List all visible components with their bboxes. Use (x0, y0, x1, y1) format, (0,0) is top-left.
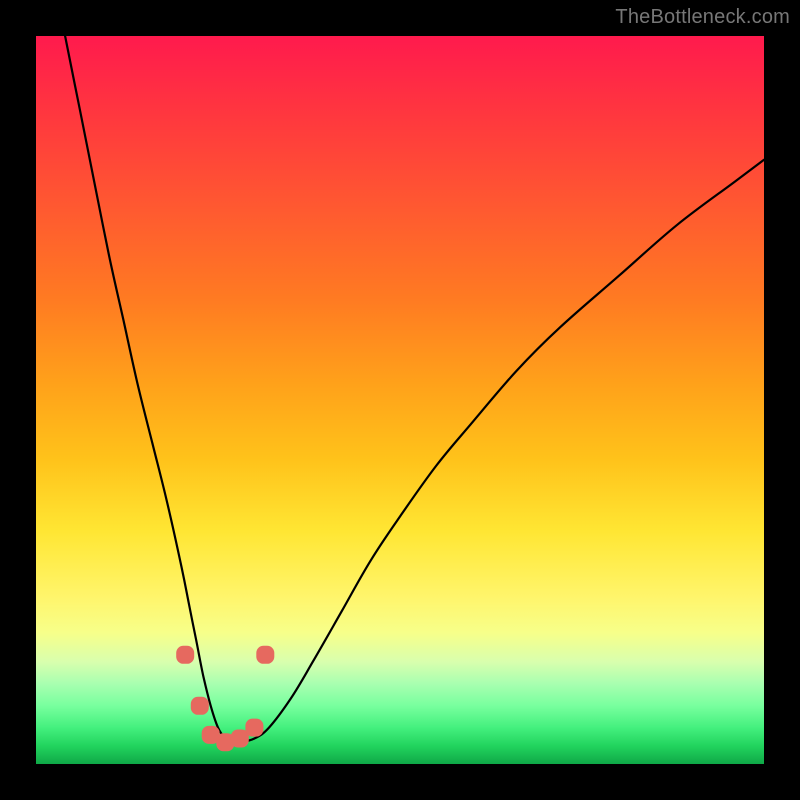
watermark-text: TheBottleneck.com (615, 6, 790, 29)
bottleneck-curve (65, 36, 764, 743)
curve-markers (176, 646, 274, 751)
chart-frame: TheBottleneck.com (0, 0, 800, 800)
plot-area (36, 36, 764, 764)
curve-marker (191, 697, 209, 715)
curve-marker (245, 719, 263, 737)
curve-layer (36, 36, 764, 764)
curve-marker (176, 646, 194, 664)
curve-marker (256, 646, 274, 664)
